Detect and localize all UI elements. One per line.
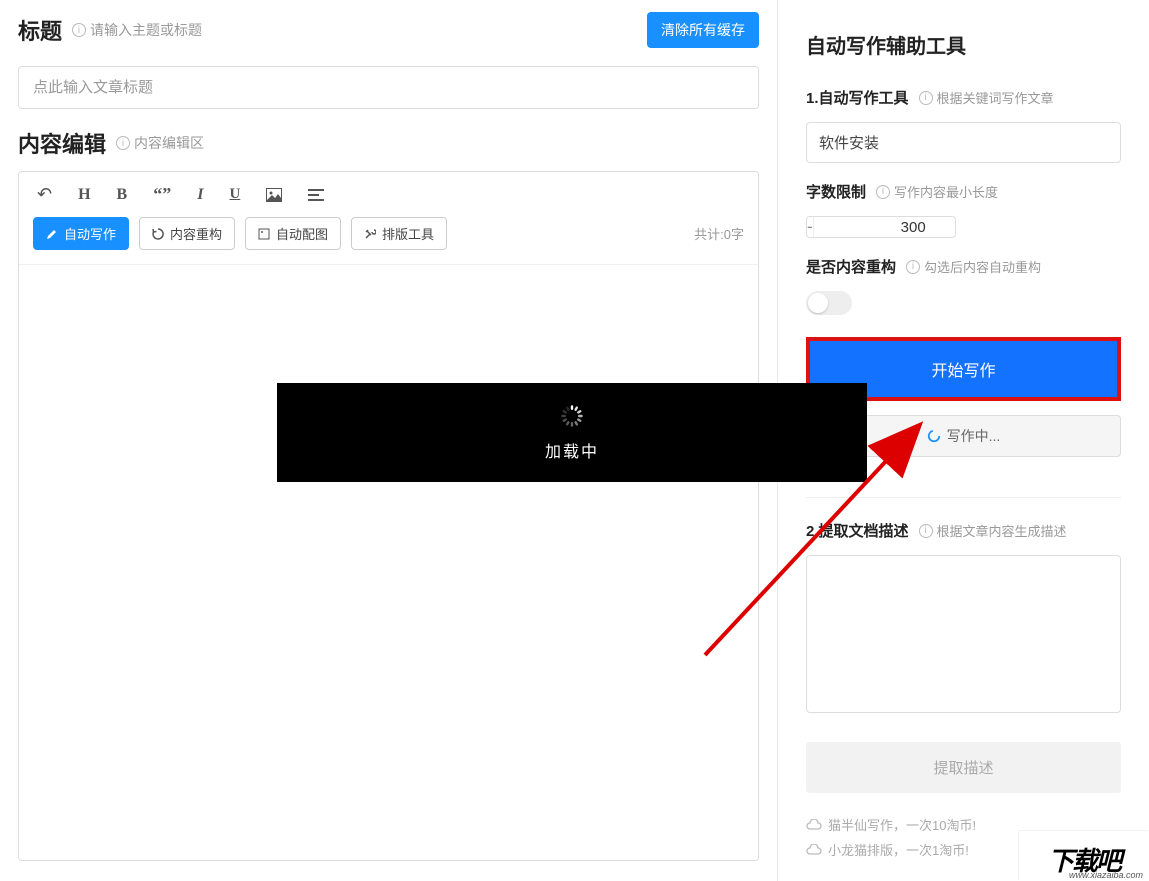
rebuild-label: 是否内容重构	[806, 256, 896, 277]
keyword-input[interactable]	[806, 122, 1121, 163]
title-hint: 请输入主题或标题	[90, 20, 202, 40]
quote-button[interactable]: “”	[149, 182, 175, 207]
cloud-icon	[806, 844, 822, 855]
info-icon: i	[919, 91, 933, 105]
watermark-url: www.xiazaiba.com	[1069, 870, 1143, 880]
align-icon[interactable]	[304, 186, 328, 204]
layout-tool-label: 排版工具	[382, 224, 434, 243]
divider	[806, 497, 1121, 498]
description-textarea[interactable]	[806, 555, 1121, 713]
title-label: 标题	[18, 14, 62, 46]
action-toolbar: 自动写作 内容重构 自动配图	[19, 217, 758, 265]
loading-overlay: 加载中	[277, 383, 867, 482]
stepper-minus-button[interactable]: -	[807, 217, 814, 237]
writing-status-label: 写作中...	[947, 426, 1001, 446]
section2-hint: 根据文章内容生成描述	[937, 521, 1067, 540]
bold-button[interactable]: B	[113, 184, 132, 206]
extract-description-button[interactable]: 提取描述	[806, 742, 1121, 793]
cloud-icon	[806, 819, 822, 830]
info-icon: i	[116, 136, 130, 150]
rebuild-toggle[interactable]	[806, 291, 852, 315]
rebuild-content-label: 内容重构	[170, 224, 222, 243]
length-label: 字数限制	[806, 181, 866, 202]
content-edit-hint: 内容编辑区	[134, 133, 204, 153]
auto-write-button[interactable]: 自动写作	[33, 217, 129, 250]
undo-icon[interactable]: ↶	[33, 182, 56, 207]
length-input[interactable]	[814, 217, 956, 237]
image-icon	[258, 228, 270, 240]
editor-area: ↶ H B “” I U 自动写作	[18, 171, 759, 861]
watermark: 下载吧 www.xiazaiba.com	[1019, 831, 1149, 881]
heading-button[interactable]: H	[74, 184, 94, 206]
auto-image-label: 自动配图	[276, 224, 328, 243]
rebuild-content-button[interactable]: 内容重构	[139, 217, 235, 250]
italic-button[interactable]: I	[193, 184, 207, 206]
spinner-icon	[560, 404, 584, 428]
length-hint: 写作内容最小长度	[894, 182, 998, 201]
tools-icon	[364, 228, 376, 240]
image-icon[interactable]	[262, 186, 286, 204]
pencil-icon	[46, 228, 58, 240]
section2-label: 2.提取文档描述	[806, 520, 909, 541]
info-icon: i	[72, 23, 86, 37]
word-counter: 共计:0字	[694, 224, 744, 243]
side-title: 自动写作辅助工具	[806, 30, 1121, 59]
format-toolbar: ↶ H B “” I U	[19, 172, 758, 217]
refresh-icon	[152, 228, 164, 240]
length-stepper: - +	[806, 216, 956, 238]
auto-write-label: 自动写作	[64, 224, 116, 243]
info-icon: i	[906, 260, 920, 274]
section1-hint: 根据关键词写作文章	[937, 88, 1054, 107]
loading-text: 加载中	[545, 438, 599, 462]
article-title-input[interactable]	[18, 66, 759, 109]
content-edit-label: 内容编辑	[18, 127, 106, 159]
auto-image-button[interactable]: 自动配图	[245, 217, 341, 250]
info-icon: i	[919, 524, 933, 538]
section1-label: 1.自动写作工具	[806, 87, 909, 108]
rebuild-hint: 勾选后内容自动重构	[924, 257, 1041, 276]
loading-icon	[927, 429, 941, 443]
layout-tool-button[interactable]: 排版工具	[351, 217, 447, 250]
underline-button[interactable]: U	[225, 184, 244, 205]
clear-cache-button[interactable]: 清除所有缓存	[647, 12, 759, 48]
info-icon: i	[876, 185, 890, 199]
